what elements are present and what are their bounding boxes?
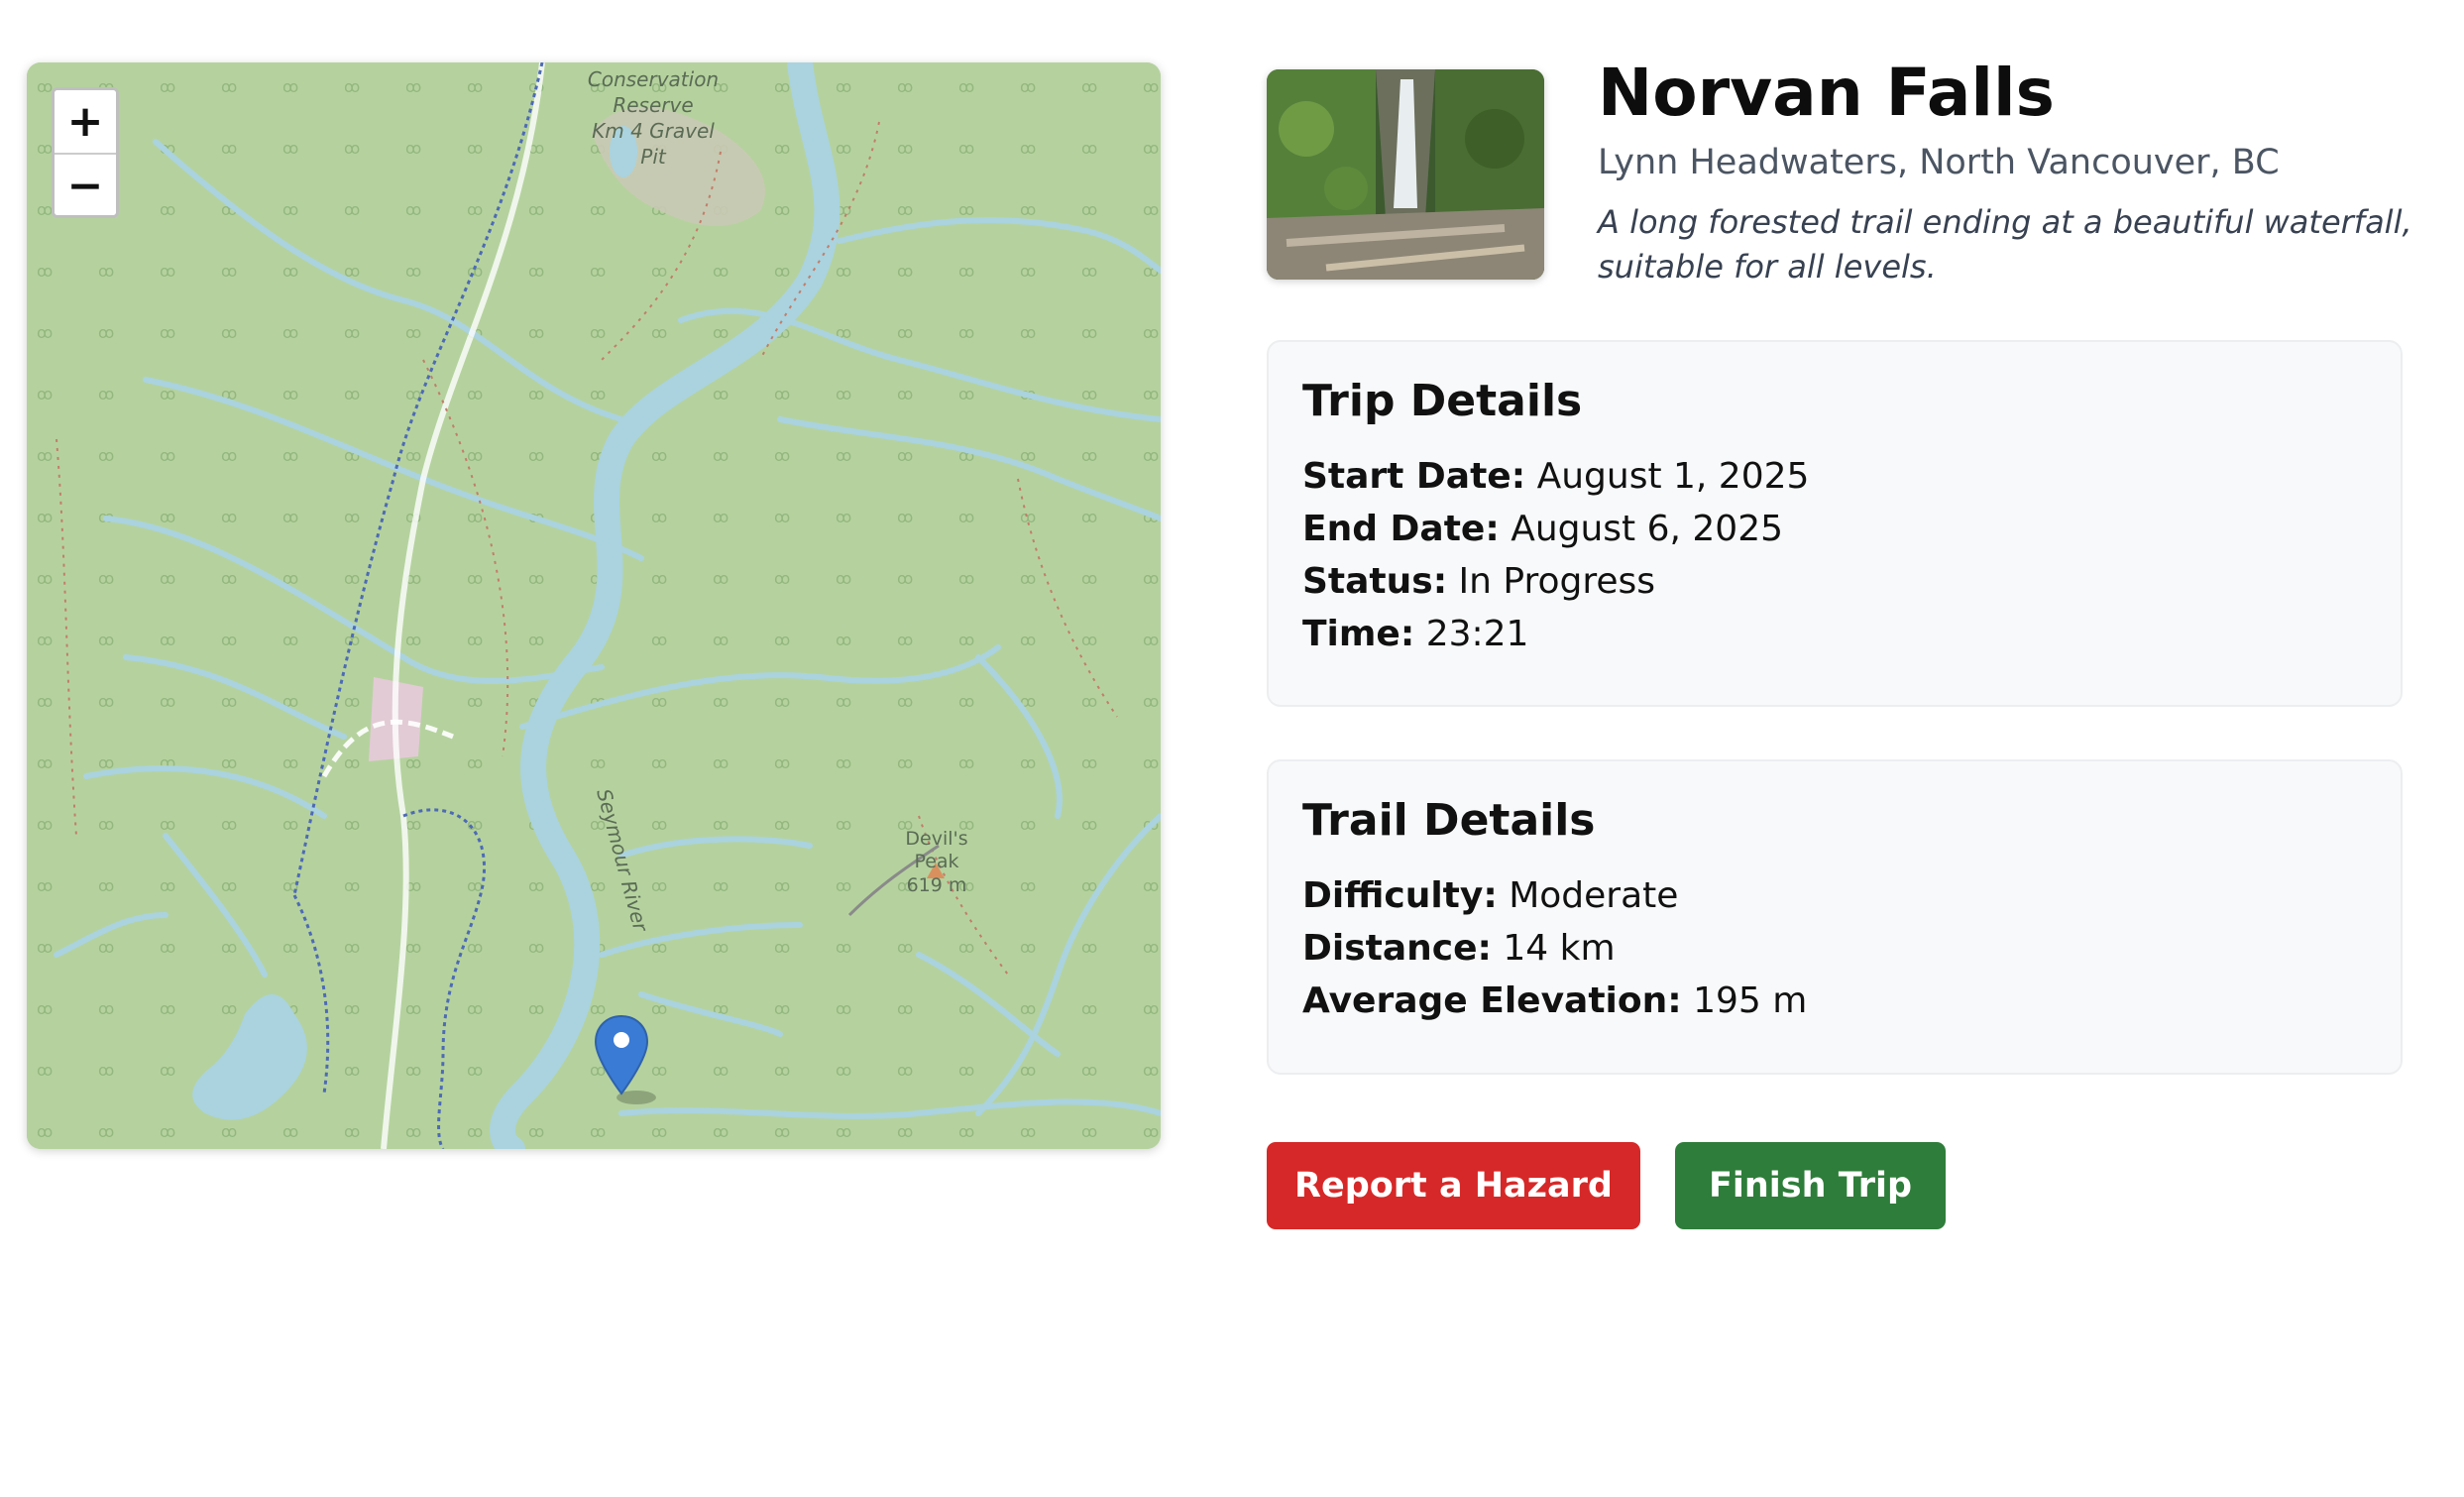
trip-details-card: Trip Details Start Date: August 1, 2025 … (1267, 340, 2403, 707)
distance-label: Distance: (1302, 927, 1492, 969)
trail-description: A long forested trail ending at a beauti… (1598, 203, 2412, 286)
trail-photo (1267, 69, 1544, 280)
waterfall-image (1267, 69, 1544, 280)
trail-details-card: Trail Details Difficulty: Moderate Dista… (1267, 759, 2403, 1075)
status-row: Status: In Progress (1302, 555, 2367, 608)
zoom-in-button[interactable]: + (55, 90, 116, 155)
start-date-row: Start Date: August 1, 2025 (1302, 450, 2367, 503)
peak-name-2: Peak (914, 851, 958, 872)
distance-value: 14 km (1503, 927, 1616, 969)
elevation-row: Average Elevation: 195 m (1302, 975, 2367, 1027)
report-hazard-button[interactable]: Report a Hazard (1267, 1142, 1640, 1229)
elevation-label: Average Elevation: (1302, 979, 1682, 1021)
trail-location: Lynn Headwaters, North Vancouver, BC (1598, 143, 2280, 182)
trip-page: ꝏ (0, 0, 2464, 1497)
difficulty-value: Moderate (1509, 874, 1679, 916)
time-label: Time: (1302, 613, 1415, 654)
start-date-value: August 1, 2025 (1536, 455, 1810, 497)
reserve-label-1: Conservation (588, 67, 719, 91)
difficulty-label: Difficulty: (1302, 874, 1498, 916)
start-date-label: Start Date: (1302, 455, 1526, 497)
status-label: Status: (1302, 560, 1448, 602)
trip-details-heading: Trip Details (1302, 376, 1583, 426)
difficulty-row: Difficulty: Moderate (1302, 869, 2367, 922)
reserve-label-2: Reserve (613, 93, 693, 117)
status-value: In Progress (1458, 560, 1656, 602)
reserve-label-4: Pit (640, 145, 667, 169)
trail-map[interactable]: ꝏ (27, 62, 1161, 1149)
zoom-control: + − (52, 87, 119, 218)
location-marker-icon[interactable] (593, 1012, 662, 1111)
finish-trip-button[interactable]: Finish Trip (1675, 1142, 1946, 1229)
peak-elevation: 619 m (907, 874, 967, 896)
map-tiles[interactable]: ꝏ (27, 62, 1161, 1149)
zoom-out-button[interactable]: − (55, 155, 116, 215)
trail-details-heading: Trail Details (1302, 795, 1596, 846)
end-date-row: End Date: August 6, 2025 (1302, 503, 2367, 555)
reserve-label-3: Km 4 Gravel (592, 119, 715, 143)
end-date-label: End Date: (1302, 508, 1500, 549)
time-row: Time: 23:21 (1302, 608, 2367, 660)
peak-name-1: Devil's (905, 828, 967, 850)
elevation-value: 195 m (1693, 979, 1808, 1021)
trail-title: Norvan Falls (1598, 55, 2055, 131)
end-date-value: August 6, 2025 (1511, 508, 1784, 549)
time-value: 23:21 (1425, 613, 1529, 654)
distance-row: Distance: 14 km (1302, 922, 2367, 975)
